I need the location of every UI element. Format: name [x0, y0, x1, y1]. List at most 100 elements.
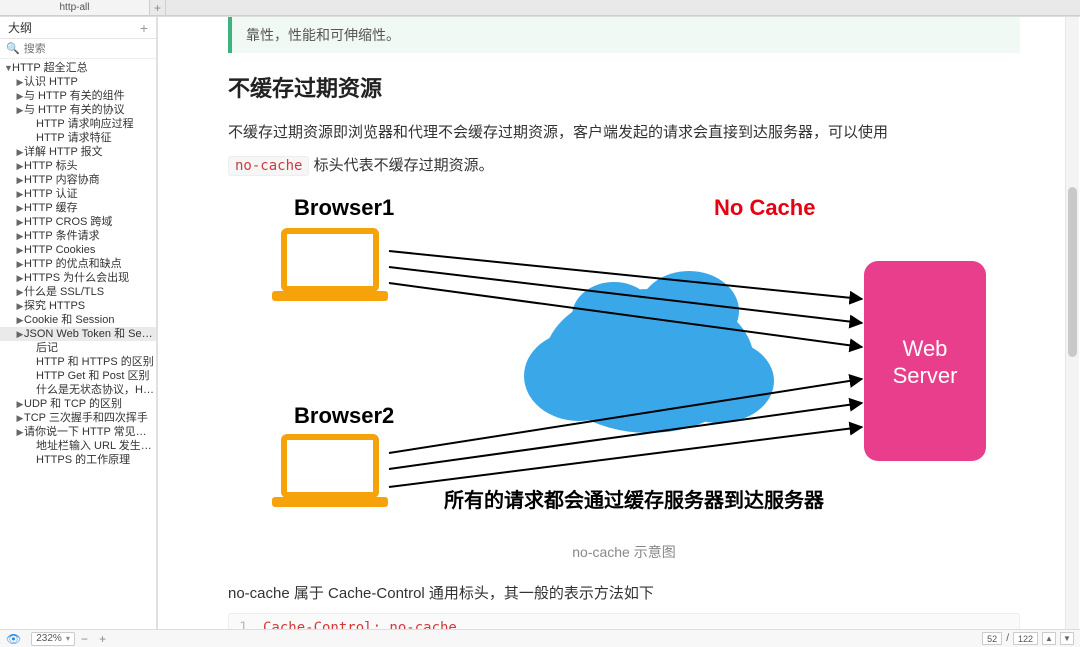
- outline-toggle-icon[interactable]: [16, 201, 24, 215]
- tab-bar: http-all +: [0, 0, 1080, 16]
- outline-toggle-icon[interactable]: [16, 425, 24, 439]
- page-down-button[interactable]: ▼: [1060, 632, 1074, 645]
- outline-item-label: HTTP 缓存: [24, 202, 78, 214]
- page-current[interactable]: 52: [982, 632, 1002, 645]
- outline-item-label: HTTP Get 和 Post 区别: [36, 370, 150, 382]
- search-input[interactable]: [24, 43, 150, 55]
- page-sep: /: [1006, 633, 1009, 644]
- outline-item[interactable]: Cookie 和 Session: [0, 313, 156, 327]
- outline-item-label: HTTP 请求特征: [36, 132, 112, 144]
- outline-item[interactable]: 详解 HTTP 报文: [0, 145, 156, 159]
- outline-toggle-icon[interactable]: [16, 313, 24, 327]
- diagram-nocache-label: No Cache: [714, 195, 815, 220]
- outline-item-label: TCP 三次握手和四次挥手: [24, 412, 148, 424]
- outline-toggle-icon[interactable]: [16, 215, 24, 229]
- outline-item-label: HTTP 和 HTTPS 的区别: [36, 356, 154, 368]
- outline-item[interactable]: HTTP 条件请求: [0, 229, 156, 243]
- outline-toggle-icon[interactable]: [16, 411, 24, 425]
- outline-item[interactable]: HTTP 超全汇总: [0, 61, 156, 75]
- outline-item[interactable]: 什么是 SSL/TLS: [0, 285, 156, 299]
- outline-item[interactable]: 地址栏输入 URL 发生了什么: [0, 439, 156, 453]
- outline-item-label: HTTP 超全汇总: [12, 62, 88, 74]
- outline-item-label: 地址栏输入 URL 发生了什么: [36, 440, 156, 452]
- outline-item-label: HTTPS 为什么会出现: [24, 272, 129, 284]
- vertical-scrollbar[interactable]: [1065, 17, 1079, 629]
- outline-item-label: Cookie 和 Session: [24, 314, 115, 326]
- outline-toggle-icon[interactable]: [16, 257, 24, 271]
- outline-item[interactable]: 与 HTTP 有关的协议: [0, 103, 156, 117]
- outline-item-label: HTTP 内容协商: [24, 174, 100, 186]
- outline-item-label: UDP 和 TCP 的区别: [24, 398, 122, 410]
- zoom-select[interactable]: 232% ▾: [31, 632, 75, 646]
- paragraph-2: no-cache 属于 Cache-Control 通用标头，其一般的表示方法如…: [228, 580, 1020, 607]
- outline-toggle-icon[interactable]: [16, 89, 24, 103]
- outline-item[interactable]: HTTP Get 和 Post 区别: [0, 369, 156, 383]
- tab-http-all[interactable]: http-all: [0, 0, 150, 15]
- outline-item[interactable]: HTTP CROS 跨域: [0, 215, 156, 229]
- outline-item[interactable]: HTTP 缓存: [0, 201, 156, 215]
- sidebar-search[interactable]: 🔍: [0, 39, 156, 59]
- outline-item[interactable]: HTTP 标头: [0, 159, 156, 173]
- outline-item[interactable]: 探究 HTTPS: [0, 299, 156, 313]
- outline-item[interactable]: TCP 三次握手和四次挥手: [0, 411, 156, 425]
- outline-item[interactable]: HTTPS 为什么会出现: [0, 271, 156, 285]
- outline-item-label: 探究 HTTPS: [24, 300, 85, 312]
- laptop2-icon: [272, 437, 388, 507]
- view-mode-icon[interactable]: 👁: [6, 632, 21, 646]
- outline-toggle-icon[interactable]: [16, 285, 24, 299]
- page-counter: 52 / 122 ▲ ▼: [982, 632, 1074, 645]
- sidebar-header: 大纲 +: [0, 17, 156, 39]
- zoom-buttons[interactable]: − +: [81, 632, 110, 646]
- web-server-label-1: Web: [903, 336, 948, 361]
- outline-item[interactable]: 什么是无状态协议，HTTP…: [0, 383, 156, 397]
- outline-item[interactable]: 后记: [0, 341, 156, 355]
- paragraph-1b: no-cache 标头代表不缓存过期资源。: [228, 152, 1020, 179]
- outline-toggle-icon[interactable]: [16, 299, 24, 313]
- outline-toggle-icon[interactable]: [16, 103, 24, 117]
- outline-toggle-icon[interactable]: [16, 397, 24, 411]
- outline-toggle-icon[interactable]: [16, 173, 24, 187]
- outline-item[interactable]: HTTP Cookies: [0, 243, 156, 257]
- para1-b: 标头代表不缓存过期资源。: [314, 157, 494, 174]
- outline-item[interactable]: 请你说一下 HTTP 常见的请…: [0, 425, 156, 439]
- code-block: 1 Cache-Control: no-cache: [228, 613, 1020, 629]
- page-up-button[interactable]: ▲: [1042, 632, 1056, 645]
- sidebar-title: 大纲: [8, 19, 32, 36]
- outline-toggle-icon[interactable]: [4, 61, 12, 75]
- outline-item[interactable]: HTTP 的优点和缺点: [0, 257, 156, 271]
- sidebar: 大纲 + 🔍 HTTP 超全汇总认识 HTTP与 HTTP 有关的组件与 HTT…: [0, 17, 158, 629]
- sidebar-add-button[interactable]: +: [140, 20, 148, 36]
- outline-item[interactable]: HTTP 内容协商: [0, 173, 156, 187]
- no-cache-diagram: Browser1 No Cache Browser2: [244, 191, 1004, 534]
- outline-item-label: HTTP Cookies: [24, 244, 95, 256]
- scrollbar-thumb[interactable]: [1068, 187, 1077, 357]
- outline-item[interactable]: JSON Web Token 和 Sessio…: [0, 327, 156, 341]
- diagram-bottom-text: 所有的请求都会通过缓存服务器到达服务器: [444, 488, 825, 512]
- outline-toggle-icon[interactable]: [16, 271, 24, 285]
- outline-item-label: HTTP 条件请求: [24, 230, 100, 242]
- callout-box: 靠性，性能和可伸缩性。: [228, 17, 1020, 53]
- outline-item[interactable]: UDP 和 TCP 的区别: [0, 397, 156, 411]
- outline-toggle-icon[interactable]: [16, 187, 24, 201]
- outline-toggle-icon[interactable]: [16, 243, 24, 257]
- outline-item-label: 与 HTTP 有关的组件: [24, 90, 125, 102]
- paragraph-1: 不缓存过期资源即浏览器和代理不会缓存过期资源，客户端发起的请求会直接到达服务器，…: [228, 119, 1020, 146]
- outline-toggle-icon[interactable]: [16, 75, 24, 89]
- outline-item-label: 后记: [36, 342, 58, 354]
- laptop1-icon: [272, 231, 388, 301]
- outline-item[interactable]: HTTPS 的工作原理: [0, 453, 156, 467]
- outline-item[interactable]: HTTP 请求特征: [0, 131, 156, 145]
- new-tab-button[interactable]: +: [150, 0, 166, 15]
- outline-item[interactable]: HTTP 和 HTTPS 的区别: [0, 355, 156, 369]
- outline-tree: HTTP 超全汇总认识 HTTP与 HTTP 有关的组件与 HTTP 有关的协议…: [0, 59, 156, 629]
- outline-toggle-icon[interactable]: [16, 159, 24, 173]
- outline-toggle-icon[interactable]: [16, 327, 24, 341]
- outline-toggle-icon[interactable]: [16, 145, 24, 159]
- code-line: Cache-Control: no-cache: [263, 620, 457, 629]
- outline-item-label: 什么是 SSL/TLS: [24, 286, 104, 298]
- outline-item[interactable]: HTTP 认证: [0, 187, 156, 201]
- outline-item[interactable]: 认识 HTTP: [0, 75, 156, 89]
- outline-item[interactable]: HTTP 请求响应过程: [0, 117, 156, 131]
- outline-toggle-icon[interactable]: [16, 229, 24, 243]
- outline-item[interactable]: 与 HTTP 有关的组件: [0, 89, 156, 103]
